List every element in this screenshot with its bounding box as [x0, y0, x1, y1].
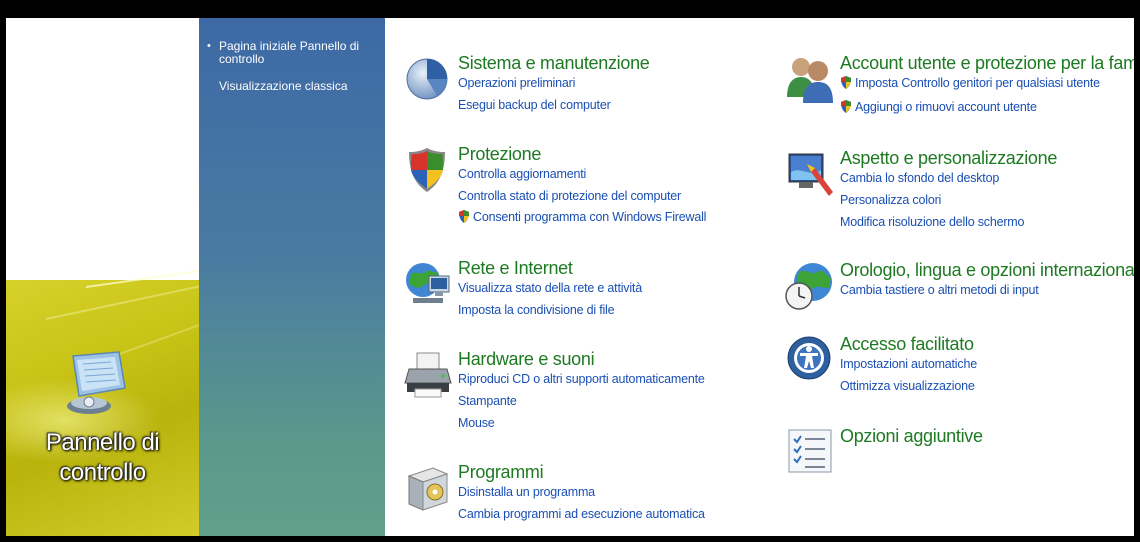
control-panel-desktop-icon[interactable]	[59, 348, 131, 420]
control-panel-main: Sistema e manutenzione Operazioni prelim…	[385, 18, 1134, 536]
link-check-updates[interactable]: Controlla aggiornamenti	[458, 167, 586, 181]
user-accounts-icon[interactable]	[785, 53, 837, 105]
link-uninstall[interactable]: Disinstalla un programma	[458, 485, 595, 499]
network-globe-icon[interactable]	[403, 258, 455, 310]
category-title-appearance[interactable]: Aspetto e personalizzazione	[840, 148, 1057, 169]
system-maintenance-icon[interactable]	[403, 53, 455, 105]
link-security-status[interactable]: Controlla stato di protezione del comput…	[458, 189, 681, 203]
link-parental-controls[interactable]: Imposta Controllo genitori per qualsiasi…	[840, 76, 1100, 90]
link-startup-programs[interactable]: Cambia programmi ad esecuzione automatic…	[458, 507, 705, 521]
link-parental-controls-label: Imposta Controllo genitori per qualsiasi…	[855, 76, 1100, 90]
desktop-area: Pannello di controllo	[6, 18, 205, 536]
link-firewall[interactable]: Consenti programma con Windows Firewall	[458, 210, 706, 224]
uac-shield-icon	[459, 210, 469, 223]
link-add-remove-accounts-label: Aggiungi o rimuovi account utente	[855, 100, 1037, 114]
category-title-additional-options[interactable]: Opzioni aggiuntive	[840, 426, 983, 447]
category-title-network[interactable]: Rete e Internet	[458, 258, 573, 279]
programs-box-icon[interactable]	[403, 462, 455, 514]
desktop-icon-label-line1: Pannello di	[45, 429, 160, 456]
control-panel-sidebar: • Pagina iniziale Pannello di controllo …	[199, 18, 385, 536]
category-title-security[interactable]: Protezione	[458, 144, 541, 165]
link-automatic-settings[interactable]: Impostazioni automatiche	[840, 357, 977, 371]
sidebar-item-classic-view[interactable]: Visualizzazione classica	[219, 80, 379, 93]
screen-area: Pannello di controllo • Pagina iniziale …	[6, 18, 1134, 536]
link-file-sharing[interactable]: Imposta la condivisione di file	[458, 303, 615, 317]
appearance-monitor-icon[interactable]	[785, 148, 837, 200]
sidebar-item-home[interactable]: Pagina iniziale Pannello di controllo	[219, 40, 379, 66]
link-optimize-display[interactable]: Ottimizza visualizzazione	[840, 379, 975, 393]
link-screen-resolution[interactable]: Modifica risoluzione dello schermo	[840, 215, 1024, 229]
desktop-icon-label-line2: controllo	[59, 459, 146, 486]
category-title-hardware[interactable]: Hardware e suoni	[458, 349, 595, 370]
link-network-status[interactable]: Visualizza stato della rete e attività	[458, 281, 642, 295]
link-desktop-background[interactable]: Cambia lo sfondo del desktop	[840, 171, 999, 185]
link-printer[interactable]: Stampante	[458, 394, 517, 408]
category-title-programs[interactable]: Programmi	[458, 462, 544, 483]
link-getting-started[interactable]: Operazioni preliminari	[458, 76, 575, 90]
ease-of-access-icon[interactable]	[785, 334, 837, 386]
security-shield-icon[interactable]	[403, 144, 455, 196]
bullet-icon: •	[207, 40, 211, 52]
printer-icon[interactable]	[403, 349, 455, 401]
category-title-ease-of-access[interactable]: Accesso facilitato	[840, 334, 974, 355]
additional-options-list-icon[interactable]	[785, 426, 837, 478]
link-mouse[interactable]: Mouse	[458, 416, 495, 430]
link-add-remove-accounts[interactable]: Aggiungi o rimuovi account utente	[840, 100, 1037, 114]
link-customize-colors[interactable]: Personalizza colori	[840, 193, 941, 207]
category-title-clock-language[interactable]: Orologio, lingua e opzioni internazional…	[840, 260, 1134, 281]
link-backup[interactable]: Esegui backup del computer	[458, 98, 611, 112]
uac-shield-icon	[841, 100, 851, 113]
desktop-icon-label[interactable]: Pannello di controllo	[6, 428, 199, 488]
window-frame: Pannello di controllo • Pagina iniziale …	[0, 0, 1140, 542]
link-keyboards-input[interactable]: Cambia tastiere o altri metodi di input	[840, 283, 1039, 297]
category-title-accounts[interactable]: Account utente e protezione per la famig…	[840, 53, 1134, 74]
link-autoplay[interactable]: Riproduci CD o altri supporti automatica…	[458, 372, 705, 386]
link-firewall-label: Consenti programma con Windows Firewall	[473, 210, 707, 224]
category-title-system[interactable]: Sistema e manutenzione	[458, 53, 650, 74]
uac-shield-icon	[841, 76, 851, 89]
clock-globe-icon[interactable]	[785, 260, 837, 312]
